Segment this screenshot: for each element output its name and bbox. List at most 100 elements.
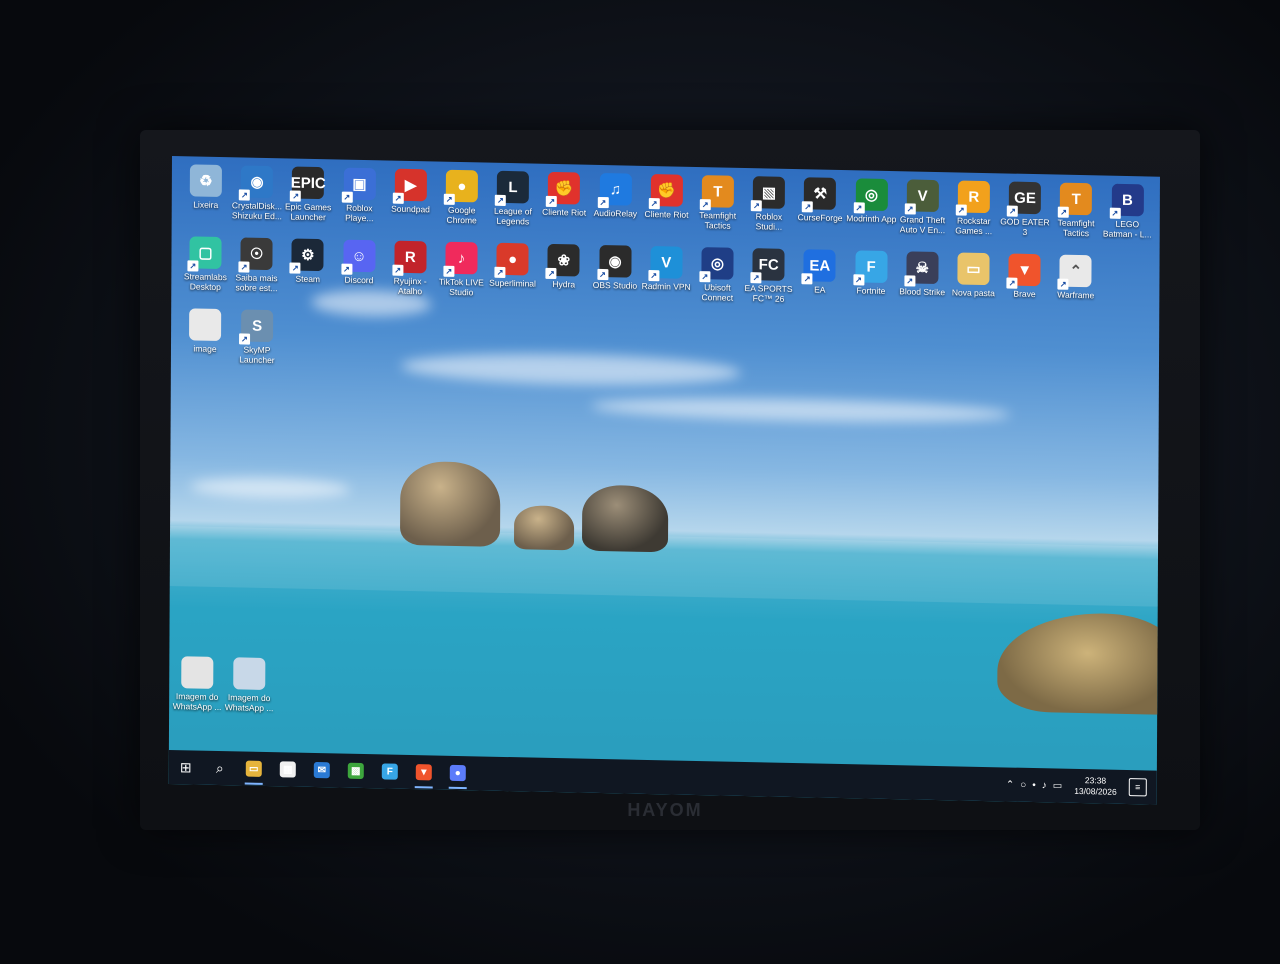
desktop-icon[interactable]: ♫AudioRelay <box>589 172 641 219</box>
file-explorer-icon[interactable]: ▭ <box>237 751 271 786</box>
desktop-icon[interactable]: F Fortnite <box>845 250 897 296</box>
desktop-icon[interactable]: Imagem do WhatsApp ... <box>171 656 223 712</box>
desktop-icon[interactable]: GEGOD EATER 3 <box>999 181 1051 237</box>
gta-icon: V <box>906 179 939 213</box>
volume-icon[interactable]: ♪ <box>1042 780 1047 791</box>
desktop-icon-label: image <box>193 343 217 354</box>
desktop-icon[interactable]: ⚒ CurseForge <box>794 177 846 223</box>
desktop-icon[interactable]: ▼Brave <box>999 253 1051 299</box>
brave-taskbar-icon[interactable]: ▼ <box>407 755 441 790</box>
desktop-icon[interactable]: VRadmin VPN <box>640 246 692 292</box>
warframe-icon: ⌃ <box>1059 254 1092 288</box>
desktop-icon-label: Imagem do WhatsApp ... <box>172 691 222 713</box>
chrome-icon: ● <box>445 169 478 203</box>
desktop-icon-label: Lixeira <box>193 199 219 210</box>
brave-taskbar-icon-glyph: ▼ <box>415 764 432 781</box>
app-taskbar-icon[interactable]: ● <box>441 756 475 791</box>
network-icon[interactable]: ○ <box>1020 779 1026 790</box>
fortnite-icon: F <box>854 250 888 283</box>
clock[interactable]: 23:38 13/08/2026 <box>1074 775 1117 798</box>
mail-icon-glyph: ✉ <box>313 761 330 779</box>
file-explorer-icon-glyph: ▭ <box>245 760 262 777</box>
desktop-icon-label: Modrinth App <box>846 213 897 225</box>
desktop-icon[interactable]: LLeague of Legends <box>487 170 539 227</box>
notification-icon[interactable]: ≡ <box>1128 778 1147 797</box>
desktop-screen: ♻Lixeira◉CrystalDisk... Shizuku Ed...EPI… <box>168 156 1160 805</box>
desktop-icon[interactable]: RRyujinx - Atalho <box>384 240 436 296</box>
folder-icon: ▭ <box>957 252 990 286</box>
desktop-icon-label: OBS Studio <box>592 279 638 291</box>
desktop-icon[interactable]: TTeamfight Tactics <box>1050 182 1102 238</box>
desktop-icon-label: Fortnite <box>856 285 886 296</box>
desktop-icon-label: Cliente Riot <box>644 208 689 220</box>
modrinth-icon: ◎ <box>855 178 888 211</box>
image-file-icon <box>233 657 266 690</box>
desktop-icon[interactable]: FCEA SPORTS FC™ 26 <box>742 248 794 304</box>
desktop-icon-label: AudioRelay <box>593 207 638 219</box>
minecraft-icon[interactable]: ▩ <box>339 754 373 789</box>
desktop-icon[interactable]: ⚙Steam <box>282 238 334 284</box>
shore-rocks <box>997 611 1160 716</box>
desktop-icon-label: LEGO Batman - L... <box>1102 218 1152 240</box>
desktop-icon[interactable]: VGrand Theft Auto V En... <box>896 179 948 235</box>
desktop-icon[interactable]: ✊Cliente Riot <box>641 174 693 220</box>
soundpad-icon: ▶ <box>394 168 427 202</box>
image-file-icon <box>189 308 222 342</box>
desktop-icon-label: Radmin VPN <box>641 280 691 292</box>
streamlabs-icon: ▢ <box>189 236 222 270</box>
microphone-icon[interactable]: • <box>1032 780 1036 791</box>
desktop-icon-label: Saiba mais sobre est... <box>235 272 278 294</box>
search-icon-glyph: ⌕ <box>215 759 224 776</box>
desktop-icon[interactable]: ☺Discord <box>333 239 385 285</box>
microsoft-store-icon[interactable]: ▦ <box>271 752 305 787</box>
hydra-icon: ❀ <box>547 243 580 277</box>
desktop-icon[interactable]: ♪TikTok LIVE Studio <box>435 241 487 298</box>
desktop-icon[interactable]: EPICEpic Games Launcher <box>282 166 334 222</box>
search-icon[interactable]: ⌕ <box>203 751 237 786</box>
desktop-icon-label: EA SPORTS FC™ 26 <box>744 282 793 304</box>
superliminal-icon: ● <box>496 242 529 276</box>
desktop-icon[interactable]: ▣Roblox Playe... <box>333 167 385 223</box>
desktop-icon[interactable]: image <box>179 308 231 354</box>
desktop-icon[interactable]: Imagem do WhatsApp ... <box>223 657 275 713</box>
blood-strike-icon: ☠ <box>906 251 939 285</box>
desktop-icon-label: Google Chrome <box>446 204 477 226</box>
desktop-icon[interactable]: RRockstar Games ... <box>948 180 1000 236</box>
monitor-icon[interactable]: ▭ <box>1053 780 1063 791</box>
fortnite-taskbar-icon[interactable]: F <box>373 754 407 789</box>
desktop-icon[interactable]: EA EA <box>794 249 846 295</box>
desktop-icon[interactable]: ☉Saiba mais sobre est... <box>230 237 282 293</box>
desktop-icon-label: CurseForge <box>797 212 843 224</box>
desktop-icon[interactable]: TTeamfight Tactics <box>692 175 744 231</box>
tft-icon: T <box>1060 182 1093 216</box>
god-eater-icon: GE <box>1008 181 1042 215</box>
recycle-bin-icon: ♻ <box>189 164 222 198</box>
desktop-icon[interactable]: ▶Soundpad <box>385 168 437 214</box>
desktop-icon[interactable]: ❀Hydra <box>538 243 590 290</box>
desktop-icon-label: TikTok LIVE Studio <box>438 276 484 298</box>
discord-icon: ☺ <box>343 239 376 273</box>
windows-start-icon[interactable]: ⊞ <box>169 750 203 785</box>
desktop-icon[interactable]: ◉CrystalDisk... Shizuku Ed... <box>231 165 283 221</box>
desktop-icon[interactable]: ▧Roblox Studi... <box>743 176 795 232</box>
desktop-icon[interactable]: BLEGO Batman - L... <box>1101 183 1153 240</box>
desktop-icon[interactable]: ◎Ubisoft Connect <box>691 247 743 303</box>
desktop-icon[interactable]: ◎ Modrinth App <box>845 178 897 224</box>
desktop-icon[interactable]: ▢Streamlabs Desktop <box>179 236 231 292</box>
desktop-icon[interactable]: ⌃Warframe <box>1050 254 1102 300</box>
minecraft-icon-glyph: ▩ <box>347 762 364 780</box>
desktop-icon-label: GOD EATER 3 <box>1000 216 1050 237</box>
clock-time: 23:38 <box>1084 775 1107 786</box>
desktop-icon[interactable]: ●Superliminal <box>487 242 539 289</box>
desktop-icon[interactable]: ◉OBS Studio <box>589 244 641 291</box>
desktop-icon[interactable]: ▭ Nova pasta <box>947 252 999 298</box>
desktop-icon-label: CrystalDisk... Shizuku Ed... <box>231 200 282 222</box>
desktop-icon[interactable]: ♻ Lixeira <box>180 164 232 210</box>
mail-icon[interactable]: ✉ <box>305 753 339 788</box>
desktop-icon[interactable]: ☠Blood Strike <box>896 251 948 297</box>
desktop-icon[interactable]: ●Google Chrome <box>436 169 488 226</box>
chevron-up-icon[interactable]: ⌃ <box>1006 779 1014 790</box>
desktop-icon[interactable]: SSkyMP Launcher <box>231 309 283 365</box>
obs-icon: ◉ <box>599 244 632 278</box>
desktop-icon[interactable]: ✊Cliente Riot <box>538 171 590 218</box>
